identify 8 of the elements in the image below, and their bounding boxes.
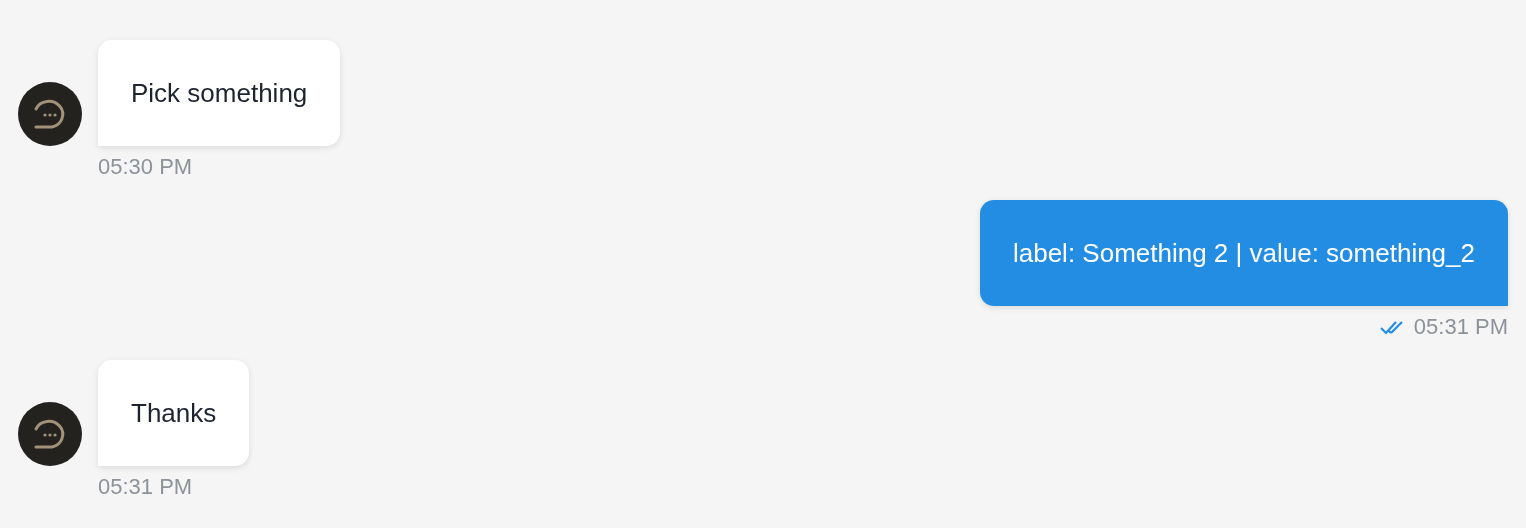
bot-avatar-icon — [18, 82, 82, 146]
message-bubble: Thanks — [98, 360, 250, 466]
message-time: 05:31 PM — [98, 474, 193, 500]
message-time: 05:30 PM — [98, 154, 193, 180]
message-bubble: label: Something 2 | value: something_2 — [979, 200, 1508, 306]
bot-avatar-icon — [18, 402, 82, 466]
message-bubble: Pick something — [98, 40, 341, 146]
message-time: 05:31 PM — [1413, 314, 1508, 340]
